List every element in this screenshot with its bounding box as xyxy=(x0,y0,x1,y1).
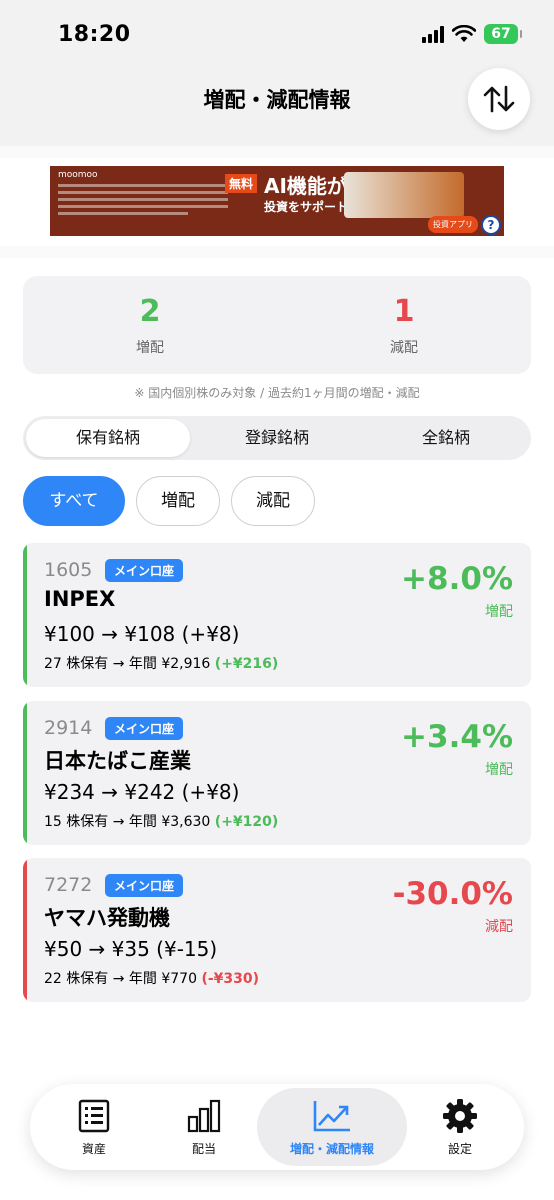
tab-dividend-changes[interactable]: 増配・減配情報 xyxy=(257,1088,407,1166)
stock-code: 7272 xyxy=(44,874,93,896)
tab-assets[interactable]: 資産 xyxy=(32,1088,156,1166)
change-percent: +3.4% xyxy=(401,719,513,755)
holding-text: 15 株保有 → 年間 ¥3,630 xyxy=(44,814,211,830)
scope-note: ※ 国内個別株のみ対象 / 過去約1ヶ月間の増配・減配 xyxy=(134,386,420,400)
ad-tag: 無料 xyxy=(225,174,258,193)
change-kind: 減配 xyxy=(485,919,513,935)
decrease-summary: 1 減配 xyxy=(277,294,531,357)
tab-bar: 資産 配当 増配・減配情報 設定 xyxy=(30,1084,524,1170)
stock-card[interactable]: 1605 メイン口座 INPEX ¥100 → ¥108 (+¥8) 27 株保… xyxy=(23,543,531,687)
ad-headline: AI機能が xyxy=(264,174,347,198)
holding-text: 22 株保有 → 年間 ¥770 xyxy=(44,971,197,987)
stock-name: 日本たばこ産業 xyxy=(44,749,191,773)
tab-watchlist[interactable]: 登録銘柄 xyxy=(195,419,359,457)
divider xyxy=(0,146,554,158)
dividend-change: ¥50 → ¥35 (¥-15) xyxy=(44,937,218,961)
ad-cta: 投資アプリ xyxy=(428,216,478,233)
filter-all[interactable]: すべて xyxy=(23,476,125,526)
decrease-label: 減配 xyxy=(390,340,418,356)
cellular-signal-icon xyxy=(422,25,444,43)
increase-label: 増配 xyxy=(136,340,164,356)
sort-button[interactable] xyxy=(468,68,530,130)
wifi-icon xyxy=(452,25,476,42)
increase-count: 2 xyxy=(139,294,161,329)
stock-name: ヤマハ発動機 xyxy=(44,906,170,930)
status-indicators: 67 xyxy=(422,24,522,44)
account-badge: メイン口座 xyxy=(105,559,184,582)
decrease-count: 1 xyxy=(393,294,415,329)
tab-label: 設定 xyxy=(447,1142,472,1156)
tab-label: 増配・減配情報 xyxy=(289,1142,374,1156)
stock-name: INPEX xyxy=(44,587,116,611)
status-bar xyxy=(23,543,27,687)
tab-settings[interactable]: 設定 xyxy=(398,1088,522,1166)
battery-icon: 67 xyxy=(484,24,522,44)
tab-label: 配当 xyxy=(191,1142,216,1156)
dividend-change: ¥100 → ¥108 (+¥8) xyxy=(44,622,240,646)
summary-card: 2 増配 1 減配 xyxy=(23,276,531,374)
account-badge: メイン口座 xyxy=(105,717,184,740)
ad-brand: moomoo xyxy=(58,170,98,180)
ad-help-icon[interactable]: ? xyxy=(481,215,501,235)
filter-increase[interactable]: 増配 xyxy=(136,476,220,526)
dividend-change: ¥234 → ¥242 (+¥8) xyxy=(44,780,240,804)
list-icon xyxy=(78,1099,110,1133)
stock-code: 1605 xyxy=(44,559,93,581)
scope-segmented-control: 保有銘柄 登録銘柄 全銘柄 xyxy=(23,416,531,460)
ad-image xyxy=(344,172,464,218)
annual-diff: (-¥330) xyxy=(201,971,260,987)
change-percent: +8.0% xyxy=(401,561,513,597)
annual-diff: (+¥216) xyxy=(214,656,279,672)
gear-icon xyxy=(443,1099,477,1133)
stock-card[interactable]: 7272 メイン口座 ヤマハ発動機 ¥50 → ¥35 (¥-15) 22 株保… xyxy=(23,858,531,1002)
holding-info: 15 株保有 → 年間 ¥3,630 (+¥120) xyxy=(44,811,278,831)
change-percent: -30.0% xyxy=(392,876,513,912)
tab-label: 資産 xyxy=(81,1142,106,1156)
bar-chart-icon xyxy=(187,1099,221,1133)
ad-subline: 投資をサポート xyxy=(264,200,349,214)
change-kind: 増配 xyxy=(485,604,513,620)
tab-holdings[interactable]: 保有銘柄 xyxy=(26,419,190,457)
holding-text: 27 株保有 → 年間 ¥2,916 xyxy=(44,656,211,672)
change-kind: 増配 xyxy=(485,762,513,778)
ad-fine-print xyxy=(58,184,228,219)
increase-summary: 2 増配 xyxy=(23,294,277,357)
account-badge: メイン口座 xyxy=(105,874,184,897)
status-bar xyxy=(23,858,27,1002)
divider xyxy=(0,246,554,258)
sort-arrows-icon xyxy=(483,85,515,113)
tab-dividends[interactable]: 配当 xyxy=(142,1088,266,1166)
tab-all-stocks[interactable]: 全銘柄 xyxy=(364,419,528,457)
holding-info: 22 株保有 → 年間 ¥770 (-¥330) xyxy=(44,968,259,988)
ad-banner[interactable]: moomoo 無料 AI機能が 投資をサポート 投資アプリ ? xyxy=(50,166,504,236)
trend-up-icon xyxy=(313,1101,350,1132)
annual-diff: (+¥120) xyxy=(214,814,279,830)
filter-decrease[interactable]: 減配 xyxy=(231,476,315,526)
stock-code: 2914 xyxy=(44,717,93,739)
holding-info: 27 株保有 → 年間 ¥2,916 (+¥216) xyxy=(44,653,278,673)
status-time: 18:20 xyxy=(58,22,131,47)
stock-card[interactable]: 2914 メイン口座 日本たばこ産業 ¥234 → ¥242 (+¥8) 15 … xyxy=(23,701,531,845)
status-bar xyxy=(23,701,27,845)
